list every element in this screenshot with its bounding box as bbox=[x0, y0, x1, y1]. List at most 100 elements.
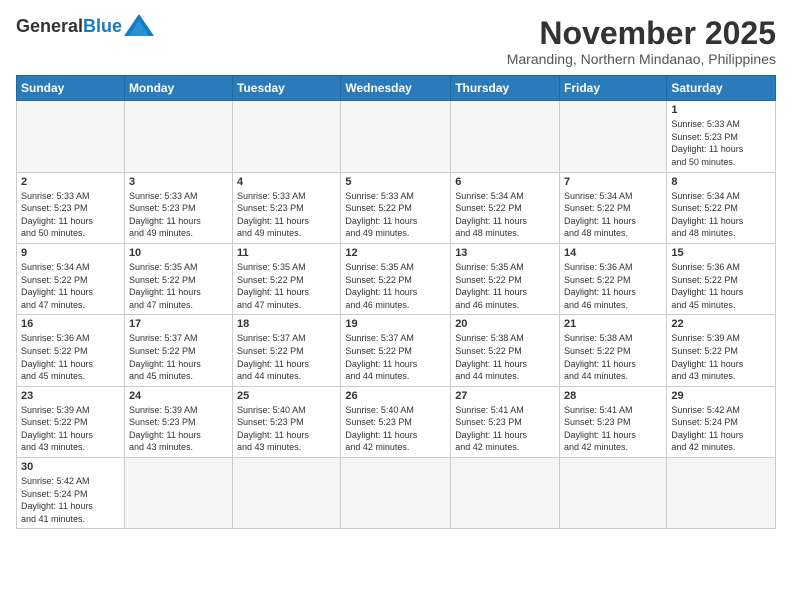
calendar-cell: 16Sunrise: 5:36 AM Sunset: 5:22 PM Dayli… bbox=[17, 315, 125, 386]
calendar-cell: 26 Sunrise: 5:40 AM Sunset: 5:23 PM Dayli… bbox=[341, 386, 451, 457]
month-title: November 2025 bbox=[507, 16, 776, 51]
day-number: 22 bbox=[671, 318, 771, 330]
calendar-cell bbox=[233, 458, 341, 529]
logo-icon bbox=[124, 14, 154, 36]
day-info: Sunrise: 5:39 AM Sunset: 5:22 PM Dayligh… bbox=[671, 332, 771, 382]
day-info: Sunrise: 5:42 AM Sunset: 5:24 PM Dayligh… bbox=[671, 404, 771, 454]
day-number: 16 bbox=[21, 318, 120, 330]
day-info: Sunrise: 5:33 AM Sunset: 5:22 PM Dayligh… bbox=[345, 190, 446, 240]
day-info: Sunrise: 5:33 AM Sunset: 5:23 PM Dayligh… bbox=[237, 190, 336, 240]
day-number: 15 bbox=[671, 247, 771, 259]
calendar-table: SundayMondayTuesdayWednesdayThursdayFrid… bbox=[16, 75, 776, 529]
day-info: Sunrise: 5:33 AM Sunset: 5:23 PM Dayligh… bbox=[21, 190, 120, 240]
day-info: Sunrise: 5:33 AM Sunset: 5:23 PM Dayligh… bbox=[129, 190, 228, 240]
day-number: 21 bbox=[564, 318, 662, 330]
calendar-cell: 24 Sunrise: 5:39 AM Sunset: 5:23 PM Dayli… bbox=[124, 386, 232, 457]
calendar-cell bbox=[451, 101, 560, 172]
calendar-cell: 21Sunrise: 5:38 AM Sunset: 5:22 PM Dayli… bbox=[560, 315, 667, 386]
week-row-6: 30Sunrise: 5:42 AM Sunset: 5:24 PM Dayli… bbox=[17, 458, 776, 529]
day-number: 23 bbox=[21, 390, 120, 402]
header-row: SundayMondayTuesdayWednesdayThursdayFrid… bbox=[17, 76, 776, 101]
logo-text: GeneralBlue bbox=[16, 17, 122, 35]
calendar-cell bbox=[17, 101, 125, 172]
calendar-cell: 14Sunrise: 5:36 AM Sunset: 5:22 PM Dayli… bbox=[560, 243, 667, 314]
day-number: 10 bbox=[129, 247, 228, 259]
calendar-cell: 6 Sunrise: 5:34 AM Sunset: 5:22 PM Daylig… bbox=[451, 172, 560, 243]
calendar-cell: 18Sunrise: 5:37 AM Sunset: 5:22 PM Dayli… bbox=[233, 315, 341, 386]
header: GeneralBlue November 2025 Maranding, Nor… bbox=[16, 16, 776, 67]
day-number: 12 bbox=[345, 247, 446, 259]
calendar-cell: 27Sunrise: 5:41 AM Sunset: 5:23 PM Dayli… bbox=[451, 386, 560, 457]
calendar-cell bbox=[667, 458, 776, 529]
day-number: 6 bbox=[455, 176, 555, 188]
calendar-cell bbox=[124, 458, 232, 529]
logo: GeneralBlue bbox=[16, 16, 154, 36]
calendar-cell: 25Sunrise: 5:40 AM Sunset: 5:23 PM Dayli… bbox=[233, 386, 341, 457]
calendar-cell bbox=[341, 101, 451, 172]
day-number: 27 bbox=[455, 390, 555, 402]
week-row-1: 1 Sunrise: 5:33 AM Sunset: 5:23 PM Daylig… bbox=[17, 101, 776, 172]
header-day-tuesday: Tuesday bbox=[233, 76, 341, 101]
day-info: Sunrise: 5:34 AM Sunset: 5:22 PM Dayligh… bbox=[671, 190, 771, 240]
calendar-header: SundayMondayTuesdayWednesdayThursdayFrid… bbox=[17, 76, 776, 101]
day-number: 3 bbox=[129, 176, 228, 188]
calendar-cell: 19Sunrise: 5:37 AM Sunset: 5:22 PM Dayli… bbox=[341, 315, 451, 386]
calendar-cell bbox=[560, 458, 667, 529]
calendar-cell: 29 Sunrise: 5:42 AM Sunset: 5:24 PM Dayli… bbox=[667, 386, 776, 457]
day-info: Sunrise: 5:36 AM Sunset: 5:22 PM Dayligh… bbox=[671, 261, 771, 311]
calendar-cell: 30Sunrise: 5:42 AM Sunset: 5:24 PM Dayli… bbox=[17, 458, 125, 529]
calendar-cell: 11Sunrise: 5:35 AM Sunset: 5:22 PM Dayli… bbox=[233, 243, 341, 314]
week-row-2: 2 Sunrise: 5:33 AM Sunset: 5:23 PM Daylig… bbox=[17, 172, 776, 243]
day-info: Sunrise: 5:39 AM Sunset: 5:22 PM Dayligh… bbox=[21, 404, 120, 454]
calendar-cell: 3 Sunrise: 5:33 AM Sunset: 5:23 PM Daylig… bbox=[124, 172, 232, 243]
header-day-friday: Friday bbox=[560, 76, 667, 101]
day-info: Sunrise: 5:37 AM Sunset: 5:22 PM Dayligh… bbox=[129, 332, 228, 382]
day-number: 28 bbox=[564, 390, 662, 402]
calendar-cell bbox=[233, 101, 341, 172]
calendar-cell: 2 Sunrise: 5:33 AM Sunset: 5:23 PM Daylig… bbox=[17, 172, 125, 243]
calendar-cell: 28Sunrise: 5:41 AM Sunset: 5:23 PM Dayli… bbox=[560, 386, 667, 457]
day-number: 2 bbox=[21, 176, 120, 188]
day-number: 20 bbox=[455, 318, 555, 330]
day-info: Sunrise: 5:33 AM Sunset: 5:23 PM Dayligh… bbox=[671, 118, 771, 168]
day-info: Sunrise: 5:34 AM Sunset: 5:22 PM Dayligh… bbox=[564, 190, 662, 240]
calendar-cell: 20 Sunrise: 5:38 AM Sunset: 5:22 PM Dayli… bbox=[451, 315, 560, 386]
calendar-cell: 7 Sunrise: 5:34 AM Sunset: 5:22 PM Daylig… bbox=[560, 172, 667, 243]
day-number: 26 bbox=[345, 390, 446, 402]
day-number: 11 bbox=[237, 247, 336, 259]
day-info: Sunrise: 5:42 AM Sunset: 5:24 PM Dayligh… bbox=[21, 475, 120, 525]
day-info: Sunrise: 5:35 AM Sunset: 5:22 PM Dayligh… bbox=[129, 261, 228, 311]
calendar-cell: 5 Sunrise: 5:33 AM Sunset: 5:22 PM Daylig… bbox=[341, 172, 451, 243]
week-row-5: 23 Sunrise: 5:39 AM Sunset: 5:22 PM Dayli… bbox=[17, 386, 776, 457]
header-day-wednesday: Wednesday bbox=[341, 76, 451, 101]
day-number: 13 bbox=[455, 247, 555, 259]
day-number: 4 bbox=[237, 176, 336, 188]
calendar-cell: 13 Sunrise: 5:35 AM Sunset: 5:22 PM Dayli… bbox=[451, 243, 560, 314]
day-info: Sunrise: 5:36 AM Sunset: 5:22 PM Dayligh… bbox=[564, 261, 662, 311]
day-info: Sunrise: 5:39 AM Sunset: 5:23 PM Dayligh… bbox=[129, 404, 228, 454]
day-number: 19 bbox=[345, 318, 446, 330]
day-info: Sunrise: 5:37 AM Sunset: 5:22 PM Dayligh… bbox=[237, 332, 336, 382]
day-info: Sunrise: 5:38 AM Sunset: 5:22 PM Dayligh… bbox=[455, 332, 555, 382]
day-number: 24 bbox=[129, 390, 228, 402]
day-number: 9 bbox=[21, 247, 120, 259]
week-row-4: 16Sunrise: 5:36 AM Sunset: 5:22 PM Dayli… bbox=[17, 315, 776, 386]
day-number: 7 bbox=[564, 176, 662, 188]
header-day-saturday: Saturday bbox=[667, 76, 776, 101]
calendar-cell: 12Sunrise: 5:35 AM Sunset: 5:22 PM Dayli… bbox=[341, 243, 451, 314]
day-info: Sunrise: 5:40 AM Sunset: 5:23 PM Dayligh… bbox=[345, 404, 446, 454]
day-info: Sunrise: 5:35 AM Sunset: 5:22 PM Dayligh… bbox=[455, 261, 555, 311]
calendar-cell bbox=[451, 458, 560, 529]
calendar-cell: 1 Sunrise: 5:33 AM Sunset: 5:23 PM Daylig… bbox=[667, 101, 776, 172]
day-number: 5 bbox=[345, 176, 446, 188]
day-number: 25 bbox=[237, 390, 336, 402]
header-day-monday: Monday bbox=[124, 76, 232, 101]
day-number: 1 bbox=[671, 104, 771, 116]
calendar-cell: 17Sunrise: 5:37 AM Sunset: 5:22 PM Dayli… bbox=[124, 315, 232, 386]
calendar-cell: 22 Sunrise: 5:39 AM Sunset: 5:22 PM Dayli… bbox=[667, 315, 776, 386]
calendar-cell: 23 Sunrise: 5:39 AM Sunset: 5:22 PM Dayli… bbox=[17, 386, 125, 457]
day-number: 8 bbox=[671, 176, 771, 188]
day-number: 29 bbox=[671, 390, 771, 402]
day-info: Sunrise: 5:34 AM Sunset: 5:22 PM Dayligh… bbox=[455, 190, 555, 240]
week-row-3: 9Sunrise: 5:34 AM Sunset: 5:22 PM Daylig… bbox=[17, 243, 776, 314]
